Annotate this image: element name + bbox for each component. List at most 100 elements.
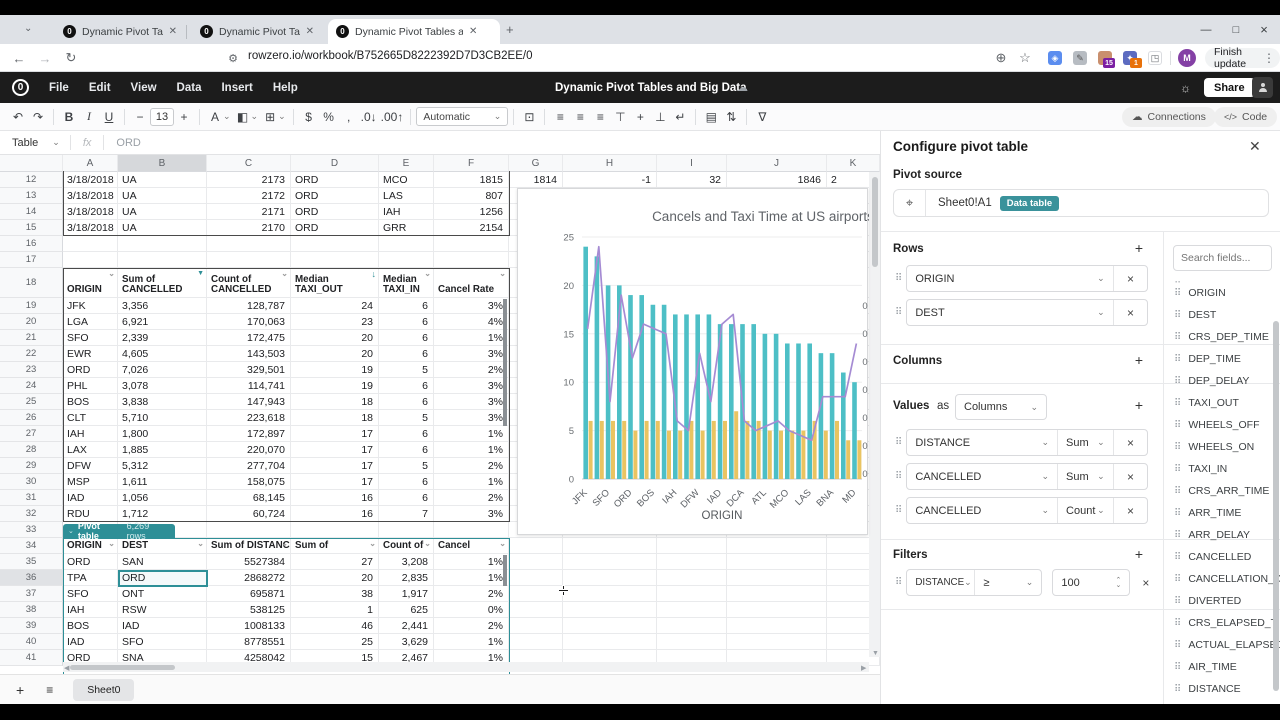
tab-close-icon[interactable]: ✕ bbox=[306, 26, 314, 37]
field-item-arr-time[interactable]: ⠿ ARR_TIME bbox=[1174, 507, 1241, 519]
cell[interactable]: 27 bbox=[291, 554, 379, 570]
tab-close-icon[interactable]: ✕ bbox=[169, 26, 177, 37]
fill-color-icon[interactable]: ◧ bbox=[233, 107, 253, 127]
field-item-dep-time[interactable]: ⠿ DEP_TIME bbox=[1174, 353, 1241, 365]
column-header-J[interactable]: J bbox=[727, 155, 827, 172]
cell[interactable]: 1846 bbox=[727, 172, 827, 188]
cell[interactable]: 6 bbox=[379, 346, 434, 362]
cell[interactable]: -1 bbox=[563, 172, 657, 188]
valign-bottom-icon[interactable]: ⊥ bbox=[650, 107, 670, 127]
pivot2-header-2[interactable]: Sum of DISTANCE ⌄ bbox=[207, 538, 291, 554]
cell[interactable]: 19 bbox=[291, 362, 379, 378]
cell[interactable]: 3% bbox=[434, 346, 509, 362]
cell[interactable]: 6,921 bbox=[118, 314, 207, 330]
field-item-taxi-out[interactable]: ⠿ TAXI_OUT bbox=[1174, 397, 1239, 409]
insert-chart-icon[interactable]: ▤ bbox=[701, 107, 721, 127]
cell[interactable] bbox=[657, 618, 727, 634]
pivot1-header-4[interactable]: Median TAXI_IN ⌄ bbox=[379, 268, 434, 298]
field-item-diverted[interactable]: ⠿ DIVERTED bbox=[1174, 595, 1241, 607]
cell[interactable] bbox=[379, 252, 434, 268]
row-header-30[interactable]: 30 bbox=[0, 474, 63, 490]
cell[interactable]: 1% bbox=[434, 554, 509, 570]
row-header-39[interactable]: 39 bbox=[0, 618, 63, 634]
cell[interactable]: 1814 bbox=[509, 172, 563, 188]
tab-search-icon[interactable]: ⌄ bbox=[24, 23, 32, 34]
cell[interactable] bbox=[118, 236, 207, 252]
cell[interactable]: 3/18/2018 bbox=[63, 204, 118, 220]
cell[interactable] bbox=[657, 538, 727, 554]
row-header-27[interactable]: 27 bbox=[0, 426, 63, 442]
cell[interactable]: DFW bbox=[63, 458, 118, 474]
font-decrease-icon[interactable]: − bbox=[130, 107, 150, 127]
cell[interactable]: 114,741 bbox=[207, 378, 291, 394]
cell[interactable] bbox=[509, 634, 563, 650]
row-header-34[interactable]: 34 bbox=[0, 538, 63, 554]
cell[interactable]: 2% bbox=[434, 618, 509, 634]
cell[interactable]: 3,356 bbox=[118, 298, 207, 314]
extension-icon-2[interactable]: ✎ bbox=[1073, 51, 1087, 65]
cell[interactable]: ORD bbox=[291, 204, 379, 220]
row-header-41[interactable]: 41 bbox=[0, 650, 63, 666]
cell[interactable]: 2,339 bbox=[118, 330, 207, 346]
menu-help[interactable]: Help bbox=[263, 82, 308, 94]
formula-input[interactable]: ORD bbox=[104, 137, 152, 149]
column-header-D[interactable]: D bbox=[291, 155, 379, 172]
italic-icon[interactable]: I bbox=[79, 107, 99, 127]
cell[interactable]: 24 bbox=[291, 298, 379, 314]
window-close-button[interactable]: × bbox=[1250, 15, 1278, 44]
cell[interactable]: 1,712 bbox=[118, 506, 207, 522]
drag-handle-icon[interactable]: ⠿ bbox=[895, 437, 902, 448]
field-item-wheels-on[interactable]: ⠿ WHEELS_ON bbox=[1174, 441, 1254, 453]
cell[interactable]: 20 bbox=[291, 570, 379, 586]
column-header-F[interactable]: F bbox=[434, 155, 509, 172]
field-item-arr-delay[interactable]: ⠿ ARR_DELAY bbox=[1174, 529, 1250, 541]
field-item-cancellation-c-[interactable]: ⠿CANCELLATION_C... bbox=[1174, 573, 1280, 585]
pivot1-header-0[interactable]: ORIGIN ⌄ bbox=[63, 268, 118, 298]
field-item-crs-arr-time[interactable]: ⠿ CRS_ARR_TIME bbox=[1174, 485, 1269, 497]
cell[interactable]: 16 bbox=[291, 490, 379, 506]
cell[interactable]: 6 bbox=[379, 426, 434, 442]
bookmark-star-icon[interactable]: ☆ bbox=[1014, 47, 1036, 69]
cell[interactable]: 4,605 bbox=[118, 346, 207, 362]
cell[interactable] bbox=[63, 252, 118, 268]
cell[interactable]: 2172 bbox=[207, 188, 291, 204]
browser-tab-1[interactable]: 0 Dynamic Pivot Tables and Big D ✕ bbox=[55, 19, 185, 44]
cell[interactable]: SFO bbox=[63, 330, 118, 346]
cell[interactable]: 3% bbox=[434, 506, 509, 522]
cell[interactable]: 16 bbox=[291, 506, 379, 522]
bold-icon[interactable]: B bbox=[59, 107, 79, 127]
cell[interactable]: ORD bbox=[291, 188, 379, 204]
cell[interactable]: 6 bbox=[379, 314, 434, 330]
stepper-icon[interactable]: ⌃ ⌄ bbox=[1115, 577, 1121, 589]
cell[interactable] bbox=[563, 586, 657, 602]
row-header-22[interactable]: 22 bbox=[0, 346, 63, 362]
cell[interactable]: IAH bbox=[63, 426, 118, 442]
row-header-32[interactable]: 32 bbox=[0, 506, 63, 522]
cell[interactable]: 3% bbox=[434, 378, 509, 394]
add-value-field-button[interactable]: + bbox=[1131, 397, 1147, 413]
cell[interactable]: 1% bbox=[434, 442, 509, 458]
cell[interactable]: 2170 bbox=[207, 220, 291, 236]
field-item-air-time[interactable]: ⠿ AIR_TIME bbox=[1174, 661, 1237, 673]
cell[interactable]: LAX bbox=[63, 442, 118, 458]
cell[interactable]: SAN bbox=[118, 554, 207, 570]
cell[interactable]: BOS bbox=[63, 618, 118, 634]
cell[interactable]: 17 bbox=[291, 426, 379, 442]
cell[interactable]: 1% bbox=[434, 426, 509, 442]
cell[interactable]: 0% bbox=[434, 602, 509, 618]
window-maximize-button[interactable]: □ bbox=[1222, 15, 1250, 44]
cell[interactable]: 7,026 bbox=[118, 362, 207, 378]
cell[interactable]: 147,943 bbox=[207, 394, 291, 410]
decimal-decrease-icon[interactable]: .0↓ bbox=[359, 107, 379, 127]
cell[interactable] bbox=[563, 554, 657, 570]
cell[interactable]: MCO bbox=[379, 172, 434, 188]
cell[interactable]: 3,629 bbox=[379, 634, 434, 650]
value-agg-select[interactable]: Sum ⌄ bbox=[1058, 430, 1114, 455]
cell[interactable]: 3% bbox=[434, 410, 509, 426]
cell[interactable]: 2% bbox=[434, 362, 509, 378]
text-color-icon[interactable]: A bbox=[205, 107, 225, 127]
cell[interactable] bbox=[291, 236, 379, 252]
cell[interactable]: TPA bbox=[63, 570, 118, 586]
rowzero-logo[interactable]: 0 bbox=[12, 79, 29, 96]
cell[interactable]: 25 bbox=[291, 634, 379, 650]
